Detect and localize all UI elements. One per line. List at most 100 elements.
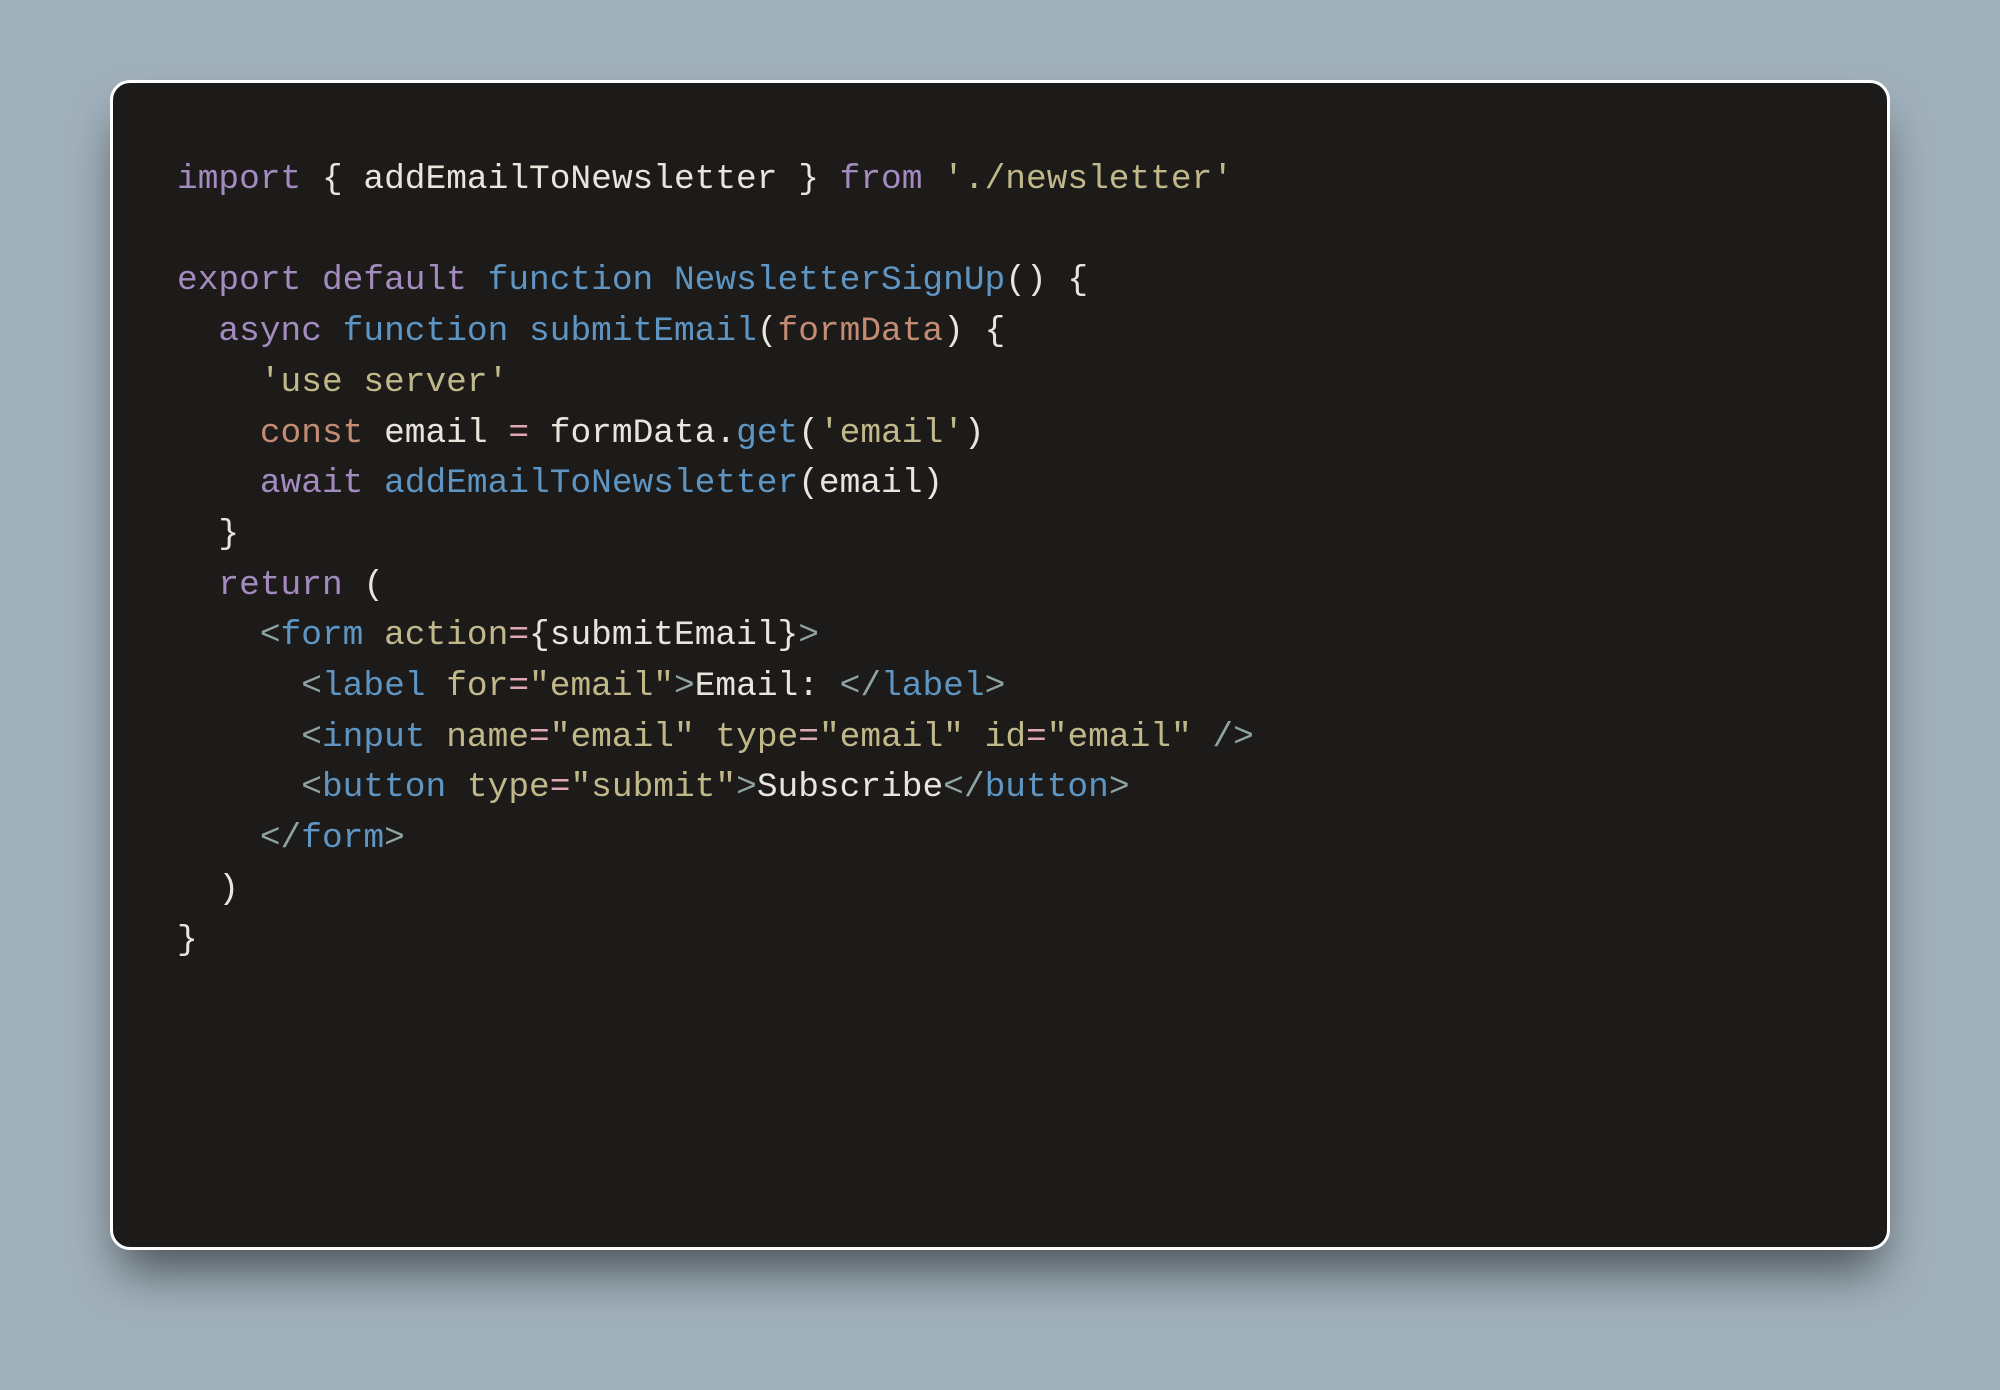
jsx-text: Email: — [695, 667, 840, 706]
attr-value: "submit" — [570, 768, 736, 807]
jsx-angle-close: > — [674, 667, 695, 706]
called-fn: addEmailToNewsletter — [384, 464, 798, 503]
jsx-angle-open: < — [301, 718, 322, 757]
use-server-directive: 'use server' — [260, 363, 508, 402]
jsx-close-angle: </ — [260, 819, 301, 858]
jsx-angle-close: > — [1109, 768, 1130, 807]
attr-eq: = — [508, 616, 529, 655]
jsx-angle-close: > — [384, 819, 405, 858]
keyword-await: await — [260, 464, 364, 503]
jsx-tag-label: label — [322, 667, 426, 706]
attr-value: "email" — [1047, 718, 1192, 757]
jsx-attr-id: id — [985, 718, 1026, 757]
method-name: get — [736, 414, 798, 453]
code-line-10: <form action={submitEmail}> — [177, 616, 819, 655]
brace-open: { — [985, 312, 1006, 351]
brace-close: } — [218, 515, 239, 554]
keyword-from: from — [840, 160, 923, 199]
code-line-4: async function submitEmail(formData) { — [177, 312, 1005, 351]
brace-close: } — [177, 921, 198, 960]
attr-value: "email" — [529, 667, 674, 706]
jsx-attr-action: action — [384, 616, 508, 655]
object-ref: formData — [550, 414, 716, 453]
paren-close: ) — [964, 414, 985, 453]
jsx-tag-button: button — [322, 768, 446, 807]
keyword-function: function — [488, 261, 654, 300]
jsx-text: Subscribe — [757, 768, 943, 807]
jsx-angle-close: > — [798, 616, 819, 655]
code-line-13: <button type="submit">Subscribe</button> — [177, 768, 1130, 807]
attr-eq: = — [508, 667, 529, 706]
jsx-angle-open: < — [301, 768, 322, 807]
jsx-attr-for: for — [446, 667, 508, 706]
code-line-16: } — [177, 921, 198, 960]
expr-value: submitEmail — [550, 616, 778, 655]
expr-brace-close: } — [778, 616, 799, 655]
attr-value: "email" — [550, 718, 695, 757]
keyword-const: const — [260, 414, 364, 453]
code-line-12: <input name="email" type="email" id="ema… — [177, 718, 1254, 757]
keyword-function: function — [343, 312, 509, 351]
var-name: email — [384, 414, 488, 453]
jsx-angle-close: > — [985, 667, 1006, 706]
jsx-close-angle: </ — [943, 768, 984, 807]
code-line-1: import { addEmailToNewsletter } from './… — [177, 160, 1233, 199]
jsx-angle-close: > — [736, 768, 757, 807]
jsx-tag-button-close: button — [985, 768, 1109, 807]
brace-open: { — [1067, 261, 1088, 300]
expr-brace-open: { — [529, 616, 550, 655]
jsx-angle-open: < — [301, 667, 322, 706]
jsx-attr-name: name — [446, 718, 529, 757]
jsx-self-close: /> — [1212, 718, 1253, 757]
code-line-3: export default function NewsletterSignUp… — [177, 261, 1088, 300]
code-line-5: 'use server' — [177, 363, 508, 402]
attr-eq: = — [529, 718, 550, 757]
parens: () — [1005, 261, 1046, 300]
imported-symbol: addEmailToNewsletter — [363, 160, 777, 199]
keyword-import: import — [177, 160, 301, 199]
attr-eq: = — [1026, 718, 1047, 757]
param-name: formData — [778, 312, 944, 351]
code-line-6: const email = formData.get('email') — [177, 414, 985, 453]
code-block: import { addEmailToNewsletter } from './… — [177, 155, 1823, 966]
code-line-9: return ( — [177, 566, 384, 605]
paren-close: ) — [943, 312, 964, 351]
jsx-close-angle: </ — [840, 667, 881, 706]
code-line-15: ) — [177, 870, 239, 909]
code-panel: import { addEmailToNewsletter } from './… — [110, 80, 1890, 1250]
jsx-tag-label-close: label — [881, 667, 985, 706]
code-line-14: </form> — [177, 819, 405, 858]
jsx-attr-type: type — [715, 718, 798, 757]
jsx-tag-form: form — [281, 616, 364, 655]
keyword-default: default — [322, 261, 467, 300]
dot: . — [715, 414, 736, 453]
code-line-8: } — [177, 515, 239, 554]
brace-close: } — [798, 160, 819, 199]
attr-value: "email" — [819, 718, 964, 757]
arg-name: email — [819, 464, 923, 503]
page-background: import { addEmailToNewsletter } from './… — [0, 0, 2000, 1390]
keyword-async: async — [218, 312, 322, 351]
paren-open: ( — [798, 414, 819, 453]
jsx-tag-form-close: form — [301, 819, 384, 858]
function-name: NewsletterSignUp — [674, 261, 1005, 300]
keyword-export: export — [177, 261, 301, 300]
jsx-attr-type: type — [467, 768, 550, 807]
paren-close: ) — [922, 464, 943, 503]
code-line-7: await addEmailToNewsletter(email) — [177, 464, 943, 503]
paren-open: ( — [757, 312, 778, 351]
attr-eq: = — [550, 768, 571, 807]
paren-open: ( — [798, 464, 819, 503]
brace-open: { — [322, 160, 343, 199]
operator-assign: = — [508, 414, 529, 453]
module-path: './newsletter' — [943, 160, 1233, 199]
jsx-tag-input: input — [322, 718, 426, 757]
jsx-angle-open: < — [260, 616, 281, 655]
paren-open: ( — [363, 566, 384, 605]
string-arg: 'email' — [819, 414, 964, 453]
attr-eq: = — [798, 718, 819, 757]
keyword-return: return — [218, 566, 342, 605]
paren-close: ) — [218, 870, 239, 909]
function-name: submitEmail — [529, 312, 757, 351]
code-line-11: <label for="email">Email: </label> — [177, 667, 1005, 706]
